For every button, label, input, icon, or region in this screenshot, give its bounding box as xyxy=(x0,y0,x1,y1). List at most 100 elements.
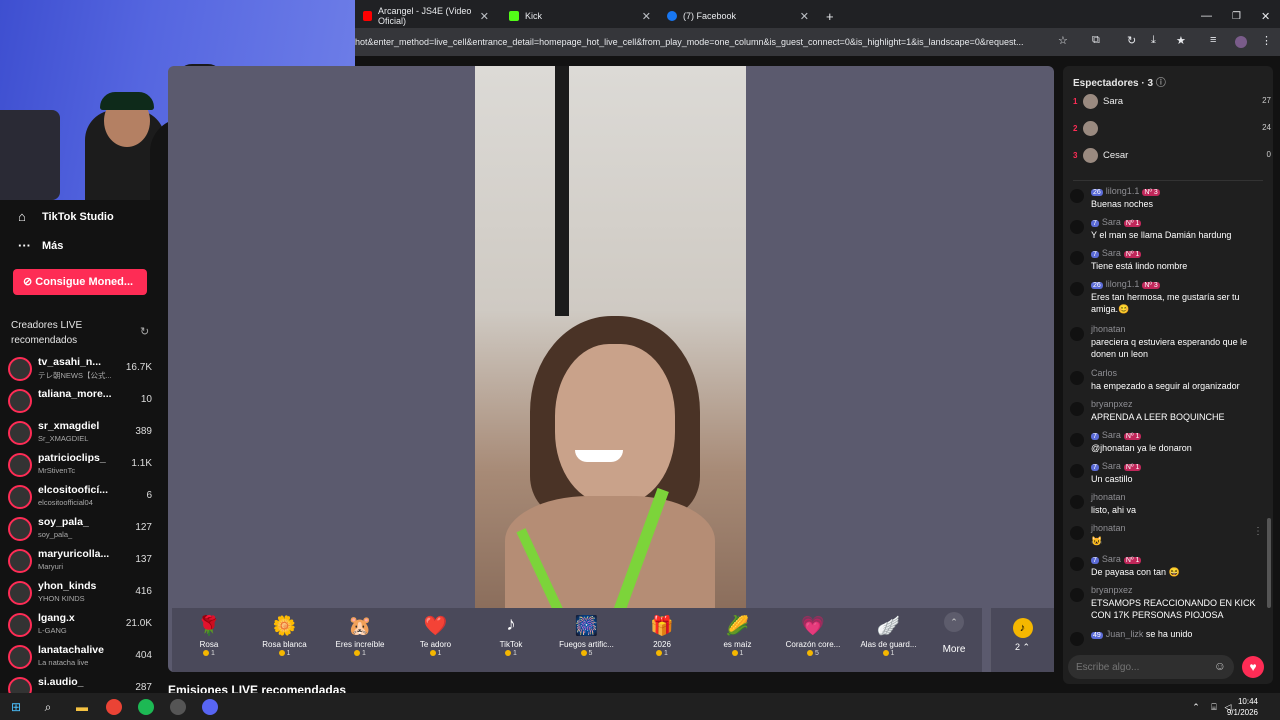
close-icon[interactable]: ✕ xyxy=(480,10,489,23)
gift-item[interactable]: 🪽 Alas de guard... 1 xyxy=(852,608,926,672)
media-control-icon[interactable]: ≡ xyxy=(1210,34,1216,46)
tab-kick[interactable]: Kick ✕ xyxy=(501,4,659,28)
gift-price-value: 1 xyxy=(437,650,442,657)
coin-icon xyxy=(731,650,738,657)
discord-icon[interactable] xyxy=(202,699,218,715)
address-bar-url[interactable]: hot&enter_method=live_cell&entrance_deta… xyxy=(355,32,1075,52)
gift-price: 5 xyxy=(550,650,624,657)
gift-icon: 🎁 xyxy=(650,616,674,637)
spotify-icon[interactable] xyxy=(138,699,154,715)
gift-item[interactable]: 🌹 Rosa 1 xyxy=(172,608,246,672)
avatar xyxy=(8,581,32,605)
tab-facebook[interactable]: (7) Facebook ✕ xyxy=(659,4,817,28)
avatar xyxy=(1070,282,1084,296)
chat-scrollbar[interactable] xyxy=(1267,518,1271,608)
avatar xyxy=(8,549,32,573)
app-icon[interactable] xyxy=(170,699,186,715)
sidebar-item-tiktok-studio[interactable]: ⌂ TikTok Studio xyxy=(18,209,114,224)
gift-item[interactable]: 🎆 Fuegos artific... 5 xyxy=(550,608,624,672)
creator-item[interactable]: yhon_kinds YHON KINDS 416 xyxy=(8,578,160,610)
gift-price-value: 1 xyxy=(664,650,668,657)
avatar xyxy=(1070,464,1084,478)
creator-item[interactable]: lanatachalive La natacha live 404 xyxy=(8,642,160,674)
creator-item[interactable]: elcositooficí... elcositoofficial04 6 xyxy=(8,482,160,514)
chat-text: se ha unido xyxy=(1145,629,1193,639)
minimize-icon[interactable]: — xyxy=(1193,4,1220,28)
info-icon[interactable]: ⓘ xyxy=(1156,78,1166,89)
close-icon[interactable]: ✕ xyxy=(642,10,651,23)
gift-item[interactable]: 🎁 2026 1 xyxy=(625,608,699,672)
creator-item[interactable]: patricioclips_ MrStivenTc 1.1K xyxy=(8,450,160,482)
bookmarks-icon[interactable]: ★ xyxy=(1176,34,1186,47)
spectator-score: 27 xyxy=(1262,96,1271,105)
spectator-row[interactable]: 3 Cesar 0 xyxy=(1073,146,1271,168)
rank: 1 xyxy=(1073,97,1078,106)
chat-header: 49 Juan_lizk se ha unido xyxy=(1091,629,1192,639)
live-video[interactable] xyxy=(475,66,746,608)
message-options-icon[interactable]: ⋮ xyxy=(1253,526,1263,537)
like-heart-button[interactable]: ♥ xyxy=(1242,656,1264,678)
coins-balance[interactable]: ♪ 2 ⌃ xyxy=(990,608,1054,672)
sidebar-item-label: TikTok Studio xyxy=(42,210,114,223)
download-icon[interactable]: ⤓ xyxy=(1151,34,1156,47)
new-tab-button[interactable]: + xyxy=(818,4,842,28)
creator-item[interactable]: tv_asahi_n... テレ朝NEWS【公式... 16.7K xyxy=(8,354,160,386)
creator-item[interactable]: taliana_more... 10 xyxy=(8,386,160,418)
windows-start-icon[interactable]: ⊞ xyxy=(6,697,26,717)
gift-item[interactable]: ❤️ Te adoro 1 xyxy=(399,608,473,672)
gift-icon: ♪ xyxy=(506,614,516,635)
profile-avatar[interactable] xyxy=(1235,36,1247,48)
close-icon[interactable]: ✕ xyxy=(800,10,809,23)
gift-price-value: 5 xyxy=(588,650,593,657)
chat-text: De payasa con tan 😆 xyxy=(1091,567,1180,577)
creator-name: patricioclips_ xyxy=(38,452,106,464)
avatar xyxy=(8,389,32,413)
tab-youtube[interactable]: Arcangel - JS4E (Video Oficial) ✕ xyxy=(355,4,497,28)
chat-header: Carlos xyxy=(1091,368,1117,378)
gift-price-value: 1 xyxy=(362,650,366,657)
file-explorer-icon[interactable]: ▬ xyxy=(72,697,92,717)
gift-item[interactable]: 🌽 es maíz 1 xyxy=(701,608,775,672)
gift-item[interactable]: 💗 Corazón core... 5 xyxy=(776,608,850,672)
search-icon[interactable]: ⌕ xyxy=(38,697,58,717)
creator-item[interactable]: maryuricolla... Maryuri 137 xyxy=(8,546,160,578)
viewer-count: 287 xyxy=(135,682,152,693)
spectator-row[interactable]: 2 24 xyxy=(1073,119,1271,141)
avatar xyxy=(1070,371,1084,385)
chat-username: Carlos xyxy=(1091,368,1118,378)
history-icon[interactable]: ↻ xyxy=(1127,34,1136,47)
gift-item[interactable]: ♪ TikTok 1 xyxy=(474,608,548,672)
creator-item[interactable]: sr_xmagdiel Sr_XMAGDIEL 389 xyxy=(8,418,160,450)
gift-item[interactable]: 🐹 Eres increíble 1 xyxy=(323,608,397,672)
creator-item[interactable]: lgang.x L-GANG 21.0K xyxy=(8,610,160,642)
avatar xyxy=(1070,251,1084,265)
chat-username: Sara xyxy=(1101,430,1121,440)
face xyxy=(555,344,675,504)
spectators-title-text: Espectadores · 3 xyxy=(1073,78,1154,89)
creator-name: maryuricolla... xyxy=(38,548,110,560)
get-coins-button[interactable]: ⊘ Consigue Moned... xyxy=(13,269,147,295)
avatar xyxy=(8,421,32,445)
system-clock[interactable]: 10:44 9/1/2026 xyxy=(1227,696,1258,718)
creator-item[interactable]: soy_pala_ soy_pala_ 127 xyxy=(8,514,160,546)
avatar xyxy=(1070,557,1084,571)
chrome-menu-icon[interactable]: ⋮ xyxy=(1261,34,1272,47)
chat-username: bryanpxez xyxy=(1091,585,1133,595)
tray-chevron-icon[interactable]: ⌃ xyxy=(1186,697,1206,717)
restore-icon[interactable]: ❐ xyxy=(1224,4,1249,28)
spectator-row[interactable]: 1 Sara 27 xyxy=(1073,92,1271,114)
coin-icon: ♪ xyxy=(1012,618,1033,638)
chat-input[interactable] xyxy=(1076,660,1206,674)
bookmark-star-icon[interactable]: ☆ xyxy=(1058,34,1068,47)
emoji-icon[interactable]: ☺ xyxy=(1214,659,1226,673)
sidebar-item-more[interactable]: ··· Más xyxy=(18,238,63,253)
chrome-icon[interactable] xyxy=(106,699,122,715)
more-gifts-button[interactable]: ⌃ More xyxy=(934,612,974,668)
avatar xyxy=(1070,495,1084,509)
coin-icon xyxy=(882,650,889,657)
window-close-icon[interactable]: ✕ xyxy=(1253,4,1278,28)
gift-item[interactable]: 🌼 Rosa blanca 1 xyxy=(248,608,322,672)
refresh-icon[interactable]: ↻ xyxy=(140,325,149,338)
extensions-icon[interactable]: ⧉ xyxy=(1092,34,1100,47)
get-coins-label: Consigue Moned... xyxy=(35,276,134,288)
